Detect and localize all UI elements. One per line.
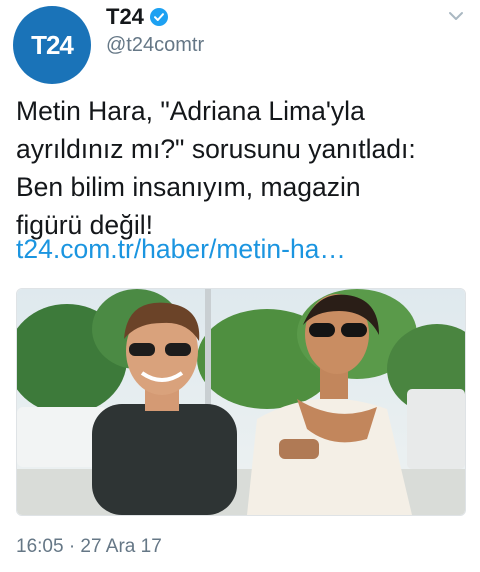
chevron-down-icon[interactable] (446, 6, 466, 26)
user-handle[interactable]: @t24comtr (106, 34, 204, 57)
avatar[interactable]: T24 (13, 6, 91, 84)
display-name[interactable]: T24 (106, 4, 144, 30)
tweet-text: Metin Hara, "Adriana Lima'yla ayrıldınız… (16, 92, 468, 244)
author-name-row[interactable]: T24 (106, 4, 168, 30)
tweet-photo[interactable] (16, 288, 466, 516)
tweet-text-line: ayrıldınız mı?" sorusunu yanıtladı: (16, 134, 416, 164)
avatar-logo-text: T24 (31, 29, 74, 60)
article-link[interactable]: t24.com.tr/haber/metin-ha… (16, 232, 346, 266)
verified-badge-icon (149, 8, 168, 26)
photo-icon (17, 289, 465, 515)
tweet-timestamp[interactable]: 16:05 · 27 Ara 17 (16, 536, 162, 558)
tweet-text-line: Metin Hara, "Adriana Lima'yla (16, 96, 365, 126)
tweet-text-line: Ben bilim insanıyım, magazin (16, 172, 361, 202)
